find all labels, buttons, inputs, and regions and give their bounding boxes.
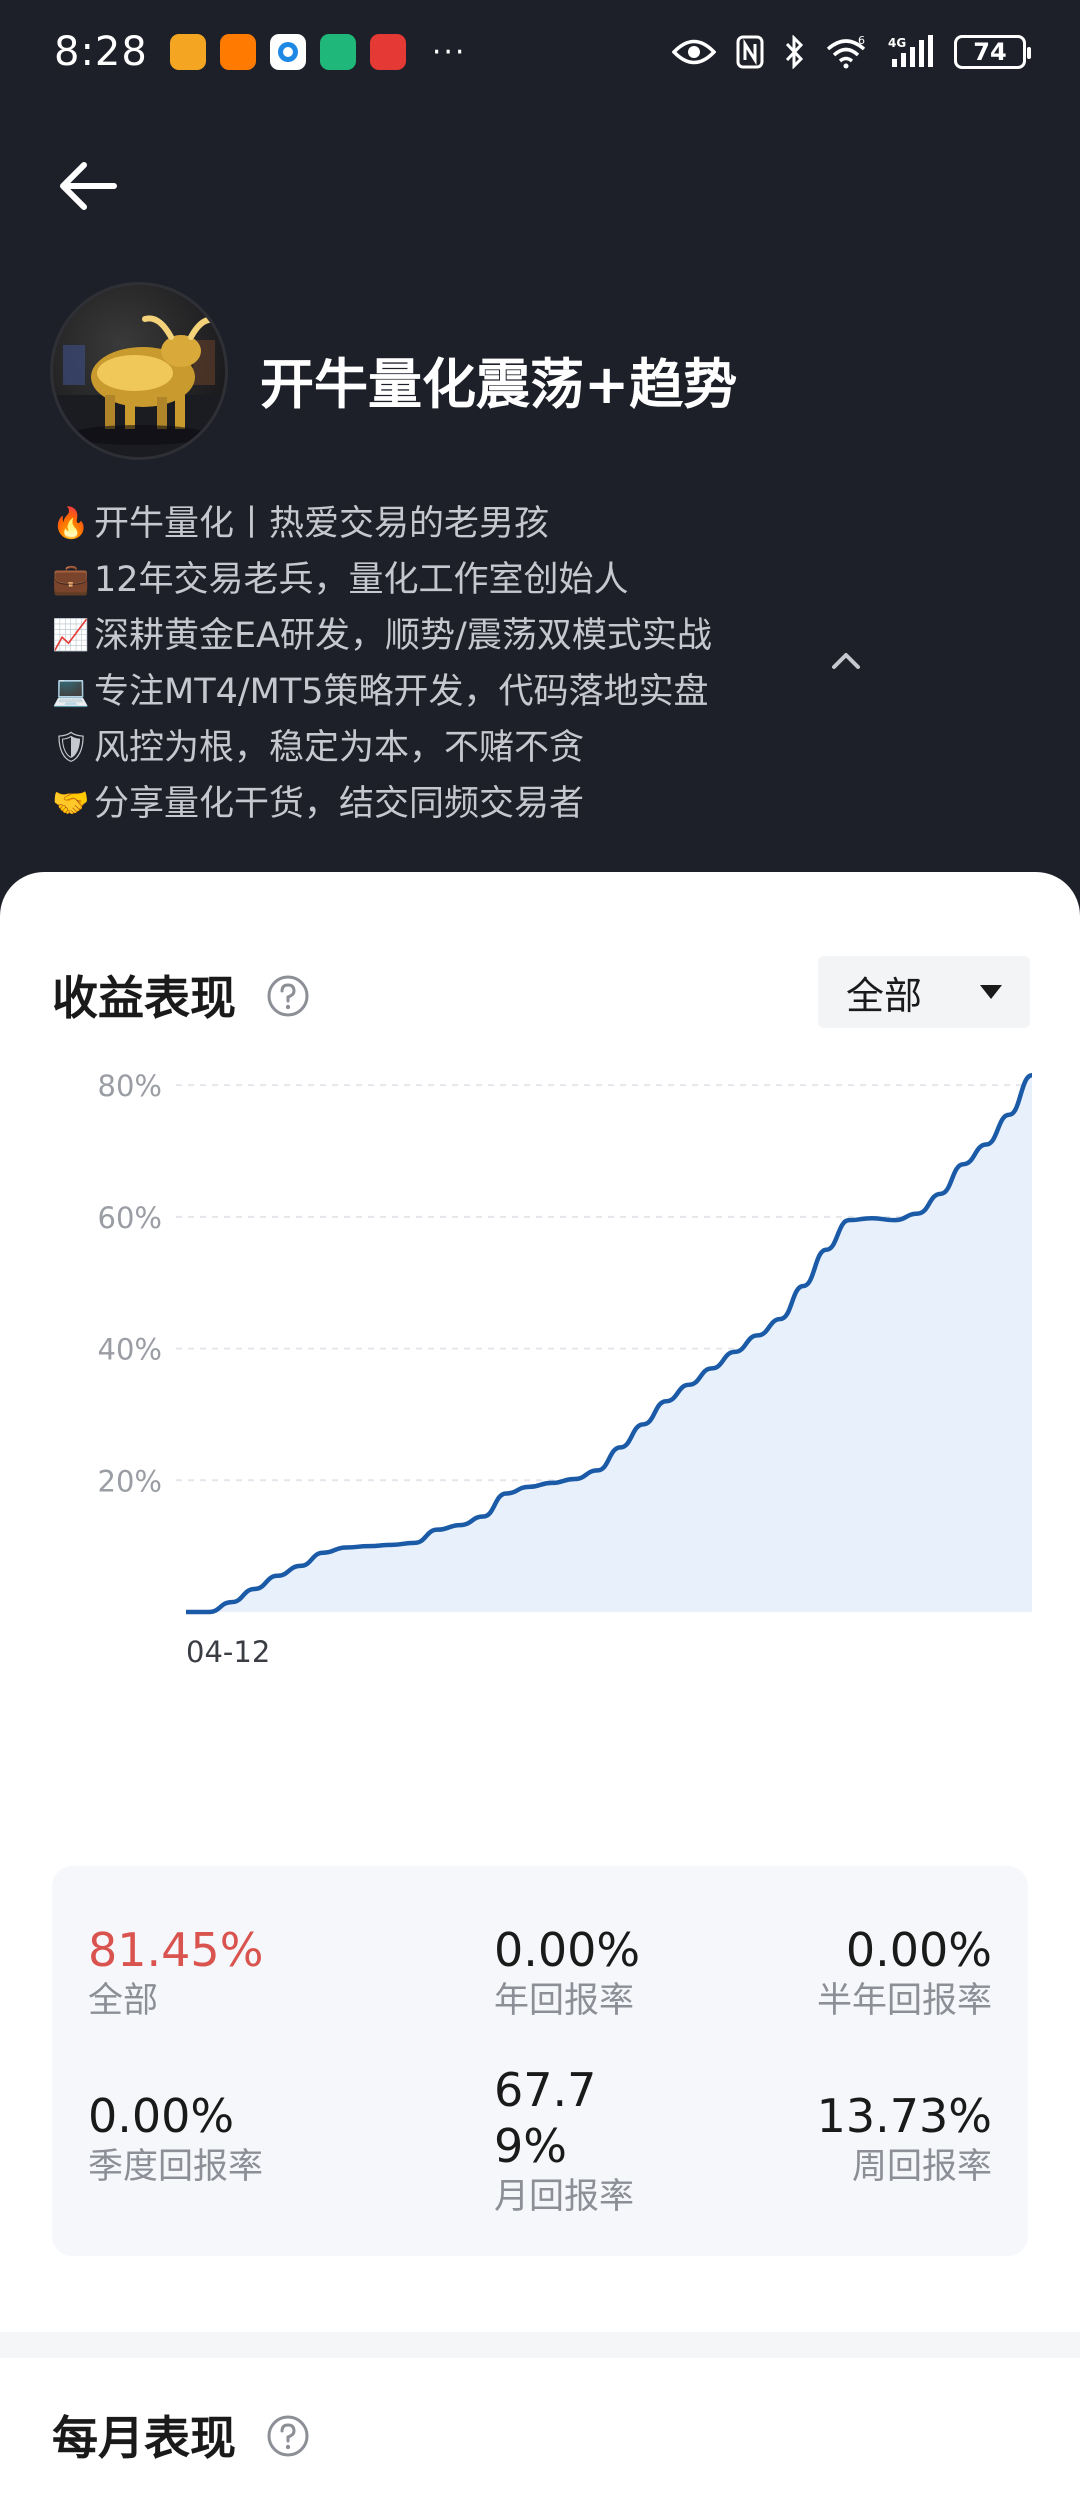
status-time: 8:28 bbox=[54, 29, 148, 75]
nfc-icon bbox=[736, 35, 764, 69]
bio-text: 12年交易老兵，量化工作室创始人 bbox=[94, 560, 629, 600]
handshake-icon: 🤝 bbox=[52, 786, 90, 821]
stat-value: 81.45% bbox=[88, 1923, 264, 1977]
laptop-icon: 💻 bbox=[52, 674, 90, 709]
profile-bio: 🔥 开牛量化丨热爱交易的老男孩 💼 12年交易老兵，量化工作室创始人 📈 深耕黄金EA… bbox=[52, 496, 812, 832]
section-divider bbox=[0, 2332, 1080, 2358]
x-tick-label: 04-12 bbox=[186, 1635, 270, 1669]
stat-label: 全部 bbox=[88, 1981, 159, 2021]
series-area bbox=[186, 1075, 1032, 1612]
battery-indicator: 74 bbox=[954, 35, 1031, 69]
eye-icon bbox=[672, 37, 716, 67]
y-tick-label: 20% bbox=[98, 1464, 162, 1498]
arrow-left-icon bbox=[60, 162, 117, 210]
bluetooth-icon bbox=[784, 35, 804, 69]
monthly-title: 每月表现 bbox=[52, 2411, 236, 2465]
chart-up-icon: 📈 bbox=[52, 618, 90, 653]
stat-quarterly: 0.00% 季度回报率 bbox=[88, 2088, 263, 2190]
help-icon[interactable] bbox=[266, 974, 310, 1018]
fire-icon: 🔥 bbox=[52, 506, 90, 541]
stat-annual: 0.00% 年回报率 bbox=[494, 1922, 640, 2024]
stat-monthly: 67.79% 月回报率 bbox=[494, 2062, 634, 2220]
cellular-signal-icon: 4G bbox=[888, 35, 934, 69]
stat-value: 0.00% bbox=[494, 1923, 641, 1977]
stat-label: 季度回报率 bbox=[88, 2147, 264, 2187]
stat-label: 周回报率 bbox=[851, 2147, 992, 2187]
help-icon[interactable] bbox=[266, 2414, 310, 2458]
performance-chart: 80% 60% 40% 20% 04-12 bbox=[98, 1072, 1033, 1669]
stats-panel: 81.45% 全部 0.00% 年回报率 0.00% 半年回报率 0.00% 季… bbox=[52, 1866, 1028, 2256]
shield-icon: 🛡 bbox=[52, 730, 91, 765]
weibo-icon bbox=[169, 34, 206, 70]
bio-text: 分享量化干货，结交同频交易者 bbox=[94, 784, 585, 824]
network-type: 4G bbox=[888, 36, 906, 50]
profile-name: 开牛量化震荡+趋势 bbox=[260, 353, 738, 416]
wifi-superscript: 6 bbox=[858, 35, 865, 47]
avatar[interactable] bbox=[50, 282, 228, 460]
bio-text: 专注MT4/MT5策略开发，代码落地实盘 bbox=[94, 672, 709, 712]
bio-text: 深耕黄金EA研发，顺势/震荡双模式实战 bbox=[94, 616, 712, 656]
content-card: 收益表现 全部 80% 60% 40% 20% 04-12 81.45% 全部 0.00… bbox=[0, 872, 1080, 2504]
taobao-icon bbox=[219, 34, 256, 70]
bio-line: 🛡 风控为根，稳定为本，不赌不贪 bbox=[52, 720, 812, 776]
bio-line: 💻 专注MT4/MT5策略开发，代码落地实盘 bbox=[52, 664, 812, 720]
bio-text: 开牛量化丨热爱交易的老男孩 bbox=[94, 504, 550, 544]
bio-line: 🔥 开牛量化丨热爱交易的老男孩 bbox=[52, 496, 812, 552]
stat-total: 81.45% 全部 bbox=[88, 1922, 263, 2024]
stat-weekly: 13.73% 周回报率 bbox=[817, 2088, 992, 2190]
y-tick-label: 40% bbox=[98, 1333, 162, 1367]
bio-line: 📈 深耕黄金EA研发，顺势/震荡双模式实战 bbox=[52, 608, 812, 664]
briefcase-icon: 💼 bbox=[52, 562, 90, 597]
stat-label: 月回报率 bbox=[494, 2177, 635, 2217]
stat-label: 年回报率 bbox=[494, 1981, 635, 2021]
status-bar: 8:28 ··· 6 4G 74 bbox=[0, 0, 1080, 104]
period-filter-value: 全部 bbox=[846, 973, 923, 1018]
red-app-icon bbox=[369, 34, 406, 70]
y-tick-label: 60% bbox=[98, 1201, 162, 1235]
bio-text: 风控为根，稳定为本，不赌不贪 bbox=[94, 728, 585, 768]
stat-label: 半年回报率 bbox=[816, 1981, 992, 2021]
bio-line: 🤝 分享量化干货，结交同频交易者 bbox=[52, 776, 812, 832]
wifi-icon: 6 bbox=[824, 35, 868, 69]
performance-title: 收益表现 bbox=[52, 971, 236, 1025]
stat-value: 0.00% bbox=[88, 2089, 235, 2143]
stat-value: 67.79% bbox=[494, 2063, 597, 2173]
more-notifications-icon: ··· bbox=[431, 34, 467, 70]
caret-down-icon bbox=[980, 985, 1002, 999]
y-tick-label: 80% bbox=[98, 1072, 162, 1103]
green-app-icon bbox=[319, 34, 356, 70]
period-filter-dropdown[interactable]: 全部 bbox=[818, 956, 1030, 1028]
stat-value: 13.73% bbox=[816, 2089, 992, 2143]
stat-half-year: 0.00% 半年回报率 bbox=[817, 1922, 992, 2024]
bio-line: 💼 12年交易老兵，量化工作室创始人 bbox=[52, 552, 812, 608]
chevron-up-icon bbox=[832, 653, 860, 669]
browser-icon bbox=[269, 34, 306, 70]
collapse-bio-button[interactable] bbox=[822, 640, 870, 680]
stat-value: 0.00% bbox=[845, 1923, 992, 1977]
back-button[interactable] bbox=[52, 150, 124, 222]
